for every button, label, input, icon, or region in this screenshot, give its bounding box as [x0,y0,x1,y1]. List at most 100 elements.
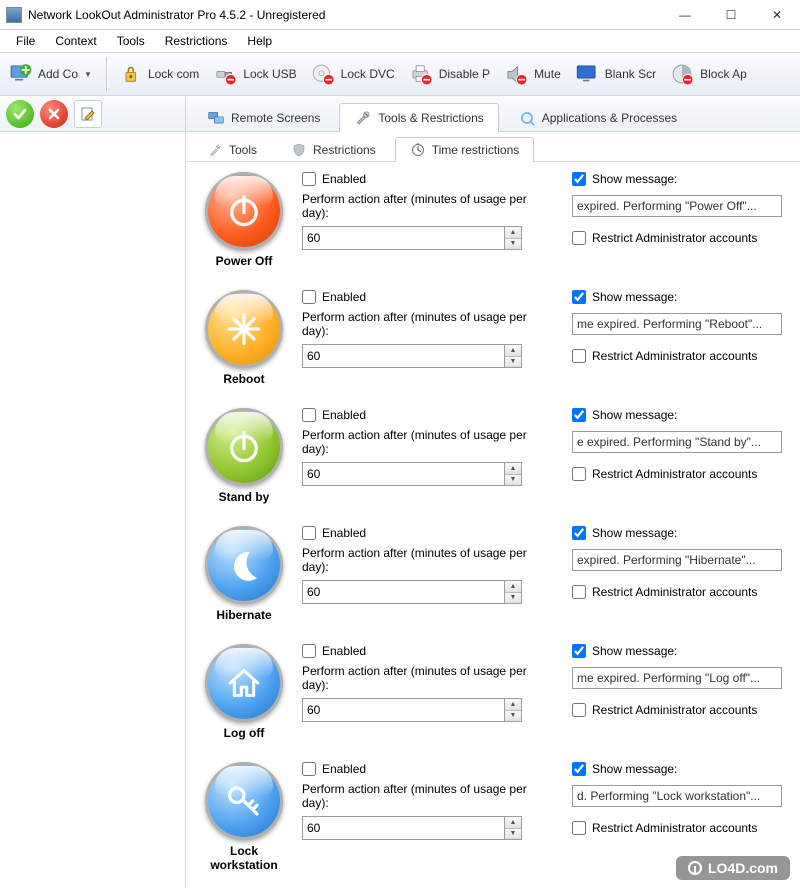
standby-message-input[interactable] [572,431,782,453]
reboot-minutes-up[interactable]: ▲ [505,345,521,357]
action-title: Power Off [200,254,288,268]
restrictions-icon [291,142,307,158]
accept-button[interactable] [6,100,34,128]
power-off-minutes-down[interactable]: ▼ [505,239,521,250]
computer-tree[interactable] [0,132,185,888]
hibernate-minutes-down[interactable]: ▼ [505,593,521,604]
left-toolbar [0,96,185,132]
lock-workstation-enabled-checkbox[interactable]: Enabled [302,762,554,776]
power-off-icon [205,172,283,250]
edit-button[interactable] [74,100,102,128]
lock-workstation-minutes-input[interactable] [302,816,504,840]
perform-action-label: Perform action after (minutes of usage p… [302,782,554,810]
lock-usb-icon [211,60,239,88]
toolbar-lock-usb-button[interactable]: Lock USB [209,58,304,90]
reboot-show-message-checkbox[interactable]: Show message: [572,290,782,304]
window-minimize-button[interactable]: — [662,0,708,29]
tab-label: Remote Screens [231,111,320,125]
app-icon [6,7,22,23]
logoff-message-input[interactable] [572,667,782,689]
power-off-message-input[interactable] [572,195,782,217]
hibernate-restrict-admin-checkbox[interactable]: Restrict Administrator accounts [572,585,782,599]
perform-action-label: Perform action after (minutes of usage p… [302,664,554,692]
cancel-button[interactable] [40,100,68,128]
power-off-enabled-checkbox[interactable]: Enabled [302,172,554,186]
toolbar-label: Add Co [38,67,78,81]
standby-minutes-down[interactable]: ▼ [505,475,521,486]
reboot-minutes-input[interactable] [302,344,504,368]
toolbar-label: Lock USB [243,67,296,81]
lock-workstation-show-message-checkbox[interactable]: Show message: [572,762,782,776]
lock-workstation-message-input[interactable] [572,785,782,807]
watermark: LO4D.com [676,856,790,880]
subtab-label: Restrictions [313,143,376,157]
tools-icon [207,142,223,158]
menu-restrictions[interactable]: Restrictions [155,32,238,50]
logoff-minutes-down[interactable]: ▼ [505,711,521,722]
restrict-admin-label: Restrict Administrator accounts [592,467,757,481]
enabled-label: Enabled [322,172,366,186]
tab-remote-screens[interactable]: Remote Screens [192,103,335,132]
toolbar-lock-dvd-button[interactable]: Lock DVC [307,58,403,90]
logoff-enabled-checkbox[interactable]: Enabled [302,644,554,658]
menu-file[interactable]: File [6,32,45,50]
reboot-restrict-admin-checkbox[interactable]: Restrict Administrator accounts [572,349,782,363]
reboot-enabled-checkbox[interactable]: Enabled [302,290,554,304]
enabled-label: Enabled [322,290,366,304]
menu-context[interactable]: Context [45,32,106,50]
logoff-restrict-admin-checkbox[interactable]: Restrict Administrator accounts [572,703,782,717]
power-off-minutes-up[interactable]: ▲ [505,227,521,239]
hibernate-minutes-up[interactable]: ▲ [505,581,521,593]
menu-help[interactable]: Help [237,32,282,50]
toolbar-mute-button[interactable]: Mute [500,58,569,90]
toolbar-disable-print-button[interactable]: Disable P [405,58,498,90]
toolbar-add-computer-button[interactable]: Add Co▼ [4,58,100,90]
enabled-label: Enabled [322,644,366,658]
reboot-minutes-down[interactable]: ▼ [505,357,521,368]
standby-show-message-checkbox[interactable]: Show message: [572,408,782,422]
menu-tools[interactable]: Tools [107,32,155,50]
standby-minutes-up[interactable]: ▲ [505,463,521,475]
hibernate-minutes-input[interactable] [302,580,504,604]
hibernate-enabled-checkbox[interactable]: Enabled [302,526,554,540]
watermark-icon [688,861,702,875]
lock-workstation-minutes-down[interactable]: ▼ [505,829,521,840]
subtab-time-restrictions[interactable]: Time restrictions [395,137,535,162]
lock-workstation-minutes-up[interactable]: ▲ [505,817,521,829]
tools-restrictions-icon [354,109,372,127]
action-title: Hibernate [200,608,288,622]
toolbar-blank-screen-button[interactable]: Blank Scr [571,58,664,90]
subtab-restrictions[interactable]: Restrictions [276,137,391,162]
logoff-minutes-input[interactable] [302,698,504,722]
toolbar-block-apps-button[interactable]: Block Ap [666,58,755,90]
lock-workstation-restrict-admin-checkbox[interactable]: Restrict Administrator accounts [572,821,782,835]
reboot-message-input[interactable] [572,313,782,335]
standby-enabled-checkbox[interactable]: Enabled [302,408,554,422]
perform-action-label: Perform action after (minutes of usage p… [302,192,554,220]
power-off-restrict-admin-checkbox[interactable]: Restrict Administrator accounts [572,231,782,245]
mute-icon [502,60,530,88]
power-off-show-message-checkbox[interactable]: Show message: [572,172,782,186]
power-off-minutes-input[interactable] [302,226,504,250]
standby-minutes-input[interactable] [302,462,504,486]
window-title: Network LookOut Administrator Pro 4.5.2 … [28,8,662,22]
reboot-icon [205,290,283,368]
logoff-minutes-up[interactable]: ▲ [505,699,521,711]
show-message-label: Show message: [592,762,677,776]
logoff-show-message-checkbox[interactable]: Show message: [572,644,782,658]
lock-dvd-icon [309,60,337,88]
action-title: Stand by [200,490,288,504]
tab-apps-processes[interactable]: Applications & Processes [503,103,692,132]
standby-restrict-admin-checkbox[interactable]: Restrict Administrator accounts [572,467,782,481]
action-row-hibernate: Hibernate Enabled Show message: [200,526,782,622]
toolbar-lock-computer-button[interactable]: Lock com [114,58,207,90]
main-tabs: Remote Screens Tools & RestrictionsApplic… [186,96,800,132]
window-close-button[interactable]: ✕ [754,0,800,29]
time-restrictions-icon [410,142,426,158]
window-maximize-button[interactable]: ☐ [708,0,754,29]
hibernate-message-input[interactable] [572,549,782,571]
subtab-tools[interactable]: Tools [192,137,272,162]
tab-tools-restrictions[interactable]: Tools & Restrictions [339,103,498,132]
blank-screen-icon [573,60,601,88]
hibernate-show-message-checkbox[interactable]: Show message: [572,526,782,540]
